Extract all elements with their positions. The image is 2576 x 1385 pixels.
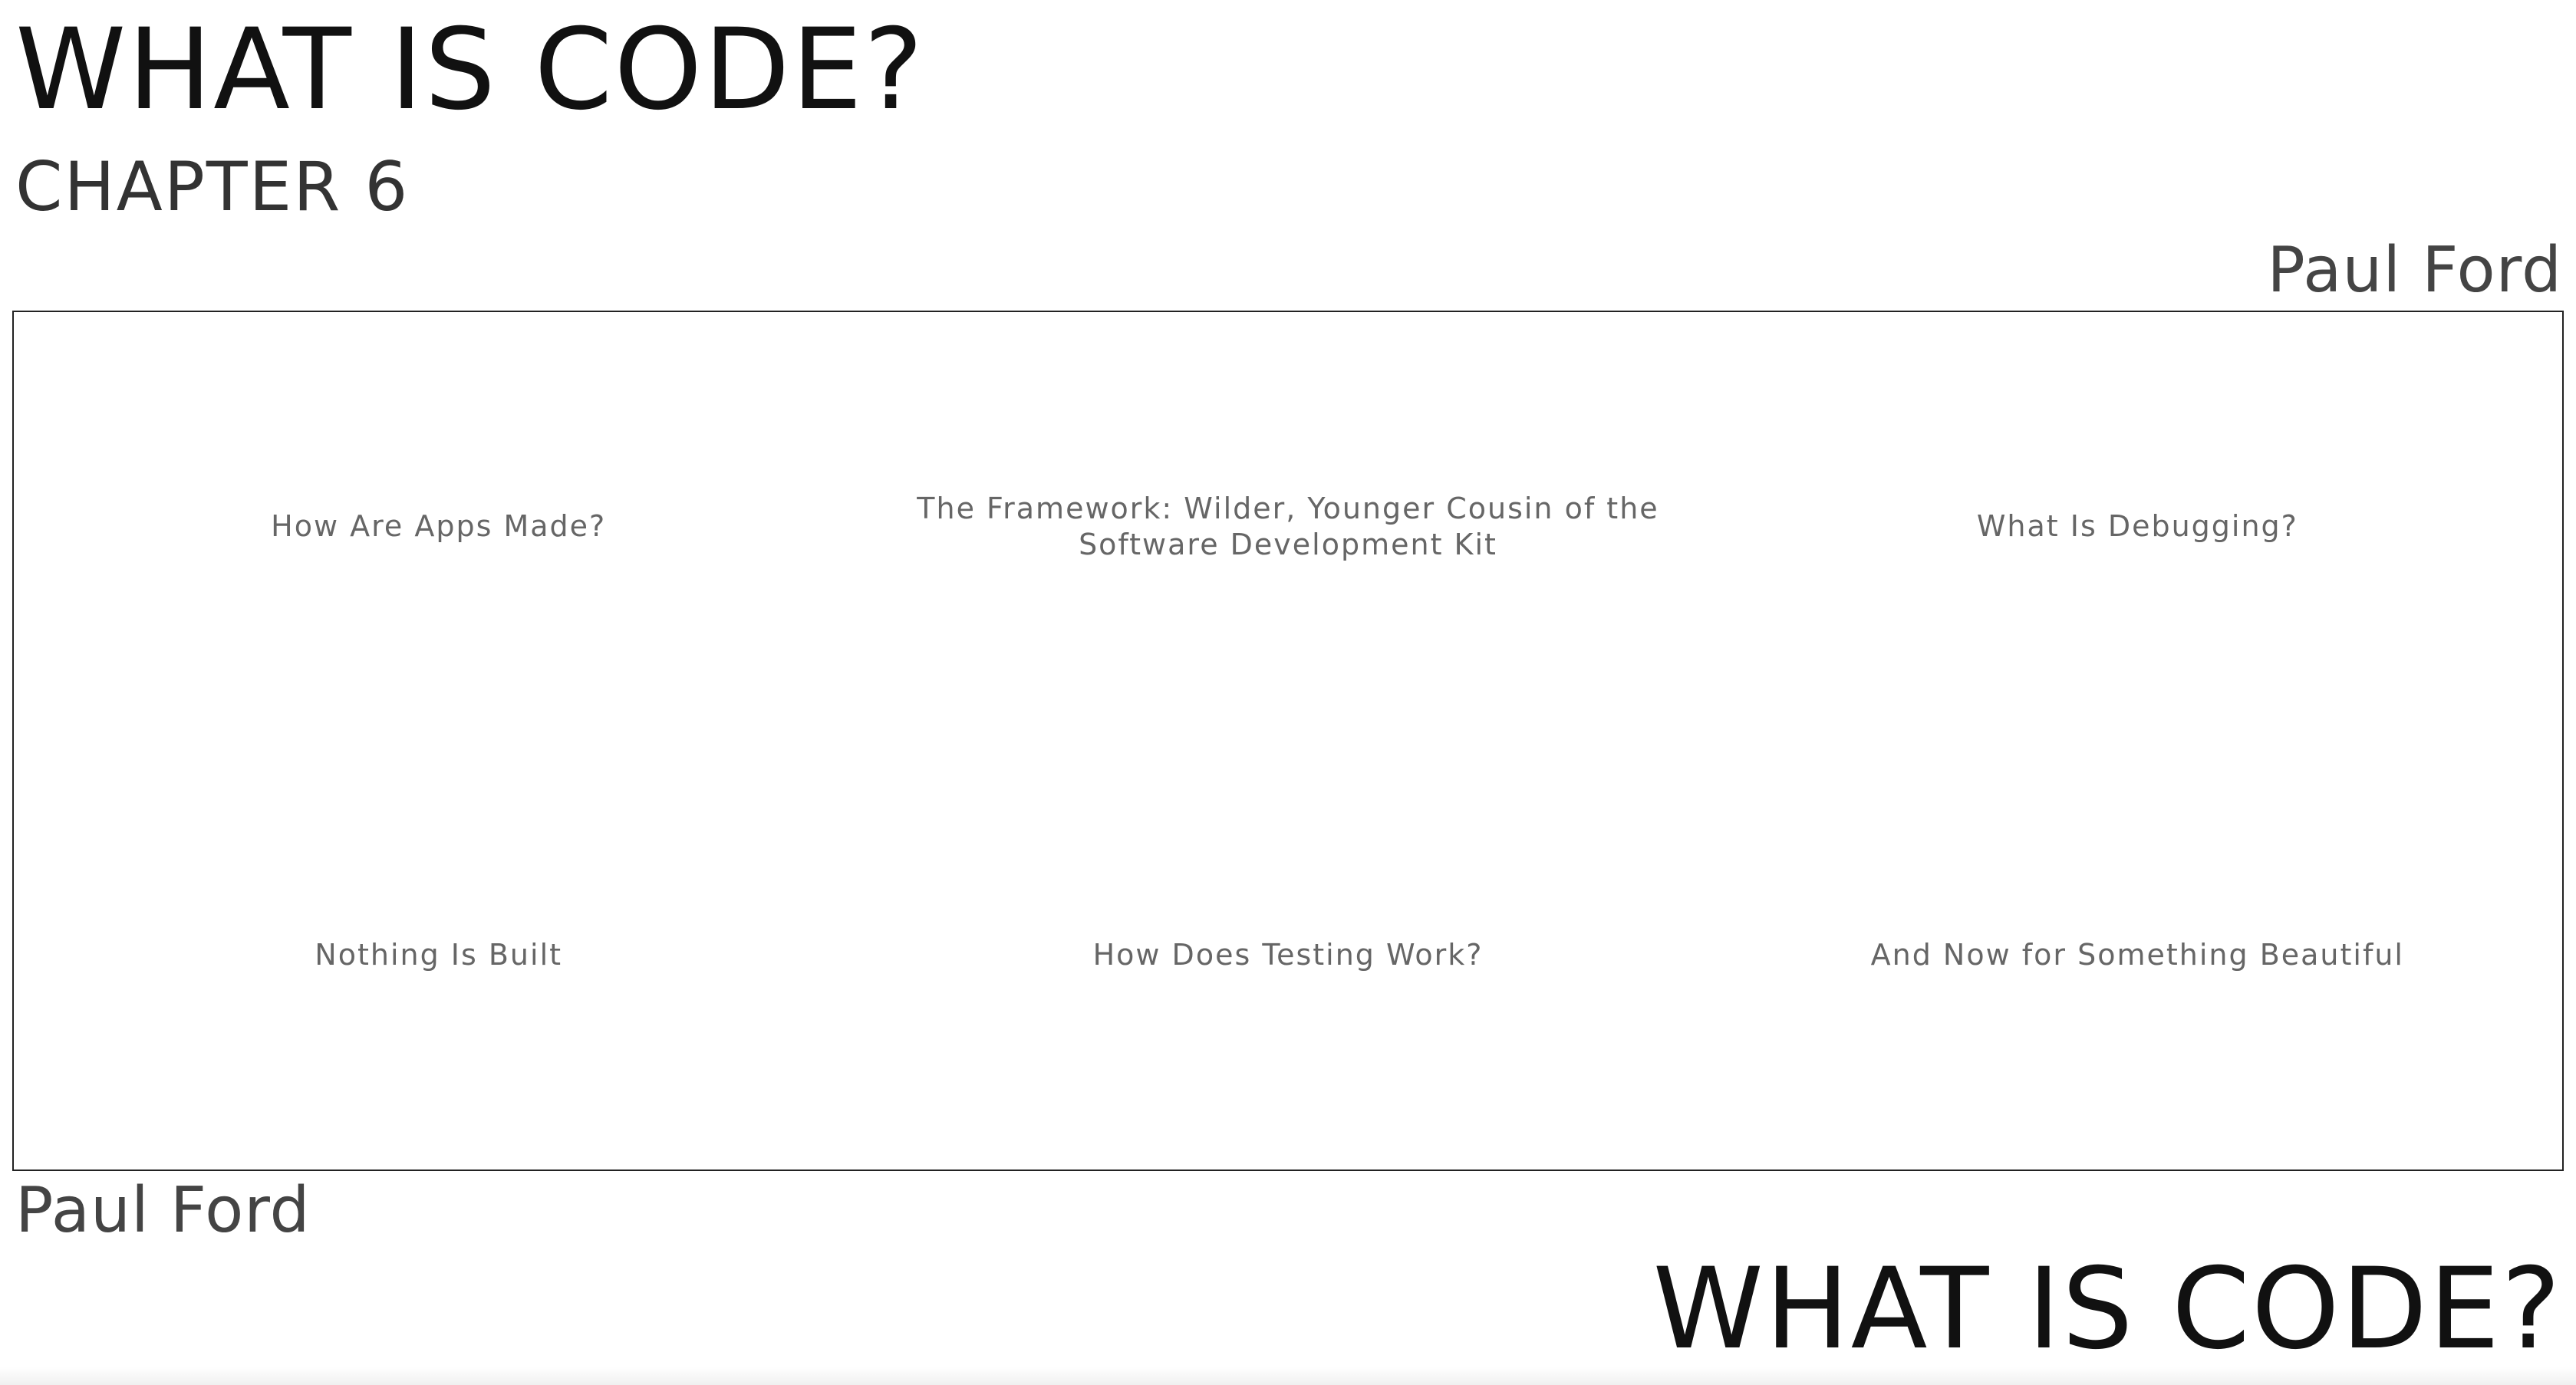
section-link-framework[interactable]: The Framework: Wilder, Younger Cousin of… [863,312,1712,741]
section-link-label[interactable]: How Does Testing Work? [1093,937,1484,972]
section-link-label[interactable]: How Are Apps Made? [271,508,606,544]
section-link-label[interactable]: Nothing Is Built [315,937,562,972]
section-link-label[interactable]: The Framework: Wilder, Younger Cousin of… [894,491,1682,562]
section-link-nothing-built[interactable]: Nothing Is Built [14,741,863,1170]
page-title: WHAT IS CODE? [15,5,925,135]
chapter-sections-grid: How Are Apps Made? The Framework: Wilder… [12,311,2564,1171]
chapter-page: WHAT IS CODE? CHAPTER 6 Paul Ford How Ar… [0,0,2576,1385]
section-link-apps[interactable]: How Are Apps Made? [14,312,863,741]
section-link-debugging[interactable]: What Is Debugging? [1713,312,2562,741]
section-link-label[interactable]: And Now for Something Beautiful [1871,937,2404,972]
section-link-label[interactable]: What Is Debugging? [1977,508,2298,544]
section-link-beautiful[interactable]: And Now for Something Beautiful [1713,741,2562,1170]
footer-title: WHAT IS CODE? [1652,1244,2562,1374]
section-link-testing[interactable]: How Does Testing Work? [863,741,1712,1170]
author-name-top: Paul Ford [2267,234,2562,307]
author-name-bottom: Paul Ford [15,1174,311,1247]
chapter-heading: CHAPTER 6 [15,147,410,226]
bottom-edge-shadow [0,1367,2576,1385]
